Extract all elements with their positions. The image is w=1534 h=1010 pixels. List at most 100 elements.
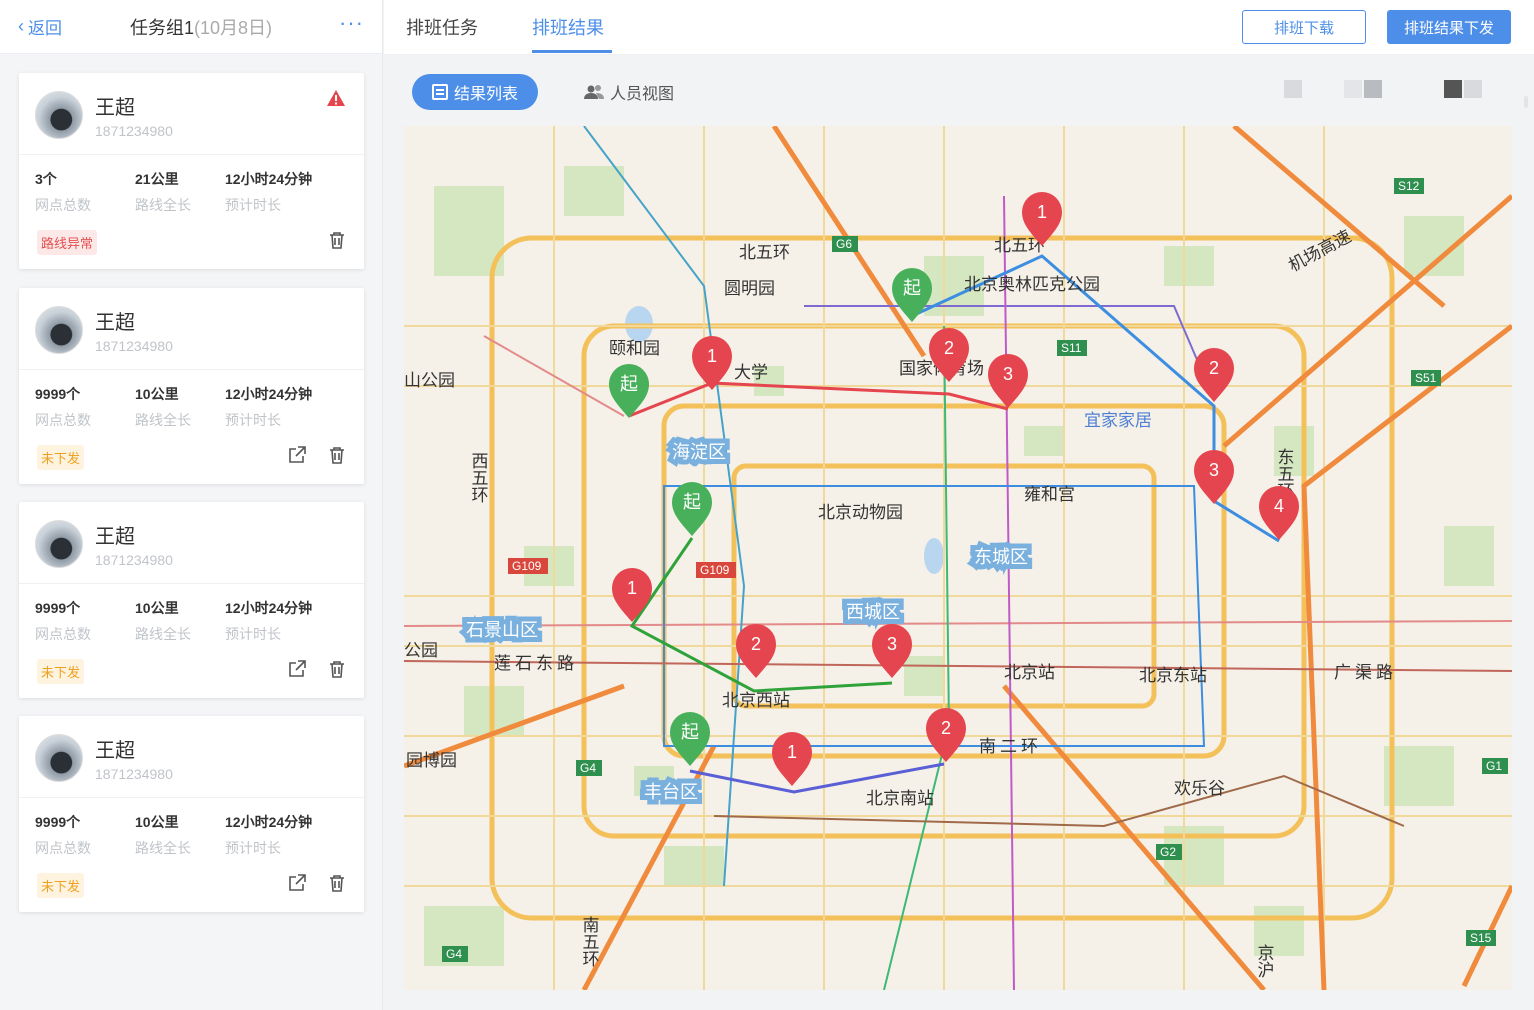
stat-value: 9999个 [35, 814, 81, 830]
route-map[interactable]: 北五环 北五环 圆明园 颐和园 北京奥林匹克公园 国家体育场 大学 山公园 海淀… [404, 126, 1512, 990]
result-list-toggle[interactable]: 结果列表 [412, 74, 538, 110]
svg-text:S11: S11 [1061, 341, 1082, 355]
sidebar: ‹ 返回 任务组1(10月8日) ··· 王超 1871234980 3个网点总… [0, 0, 383, 1010]
driver-name: 王超 [95, 740, 135, 762]
list-icon [431, 84, 448, 100]
stat-duration: 12小时24分钟 预计时长 [225, 812, 312, 858]
label-west-5th-ring: 西五环 [469, 452, 489, 503]
stat-value: 12小时24分钟 [225, 386, 313, 402]
label-lianshi-road: 莲石东路 [494, 654, 578, 673]
shield-s15: S15 [1466, 930, 1496, 946]
stat-label: 网点总数 [35, 626, 91, 642]
card-header: 王超 1871234980 [19, 502, 364, 584]
driver-phone: 1871234980 [95, 766, 173, 782]
svg-text:2: 2 [751, 634, 761, 654]
svg-text:G109: G109 [512, 559, 542, 573]
marker-green-2[interactable]: 2 [736, 624, 776, 678]
stat-duration: 12小时24分钟 预计时长 [225, 384, 312, 430]
stat-points: 9999个 网点总数 [35, 384, 91, 430]
card-stats: 3个 网点总数 21公里 路线全长 12小时24分钟 预计时长 [35, 169, 348, 213]
stat-value: 12小时24分钟 [225, 814, 313, 830]
label-south-2nd-ring: 南二环 [979, 737, 1042, 756]
svg-text:1: 1 [1037, 202, 1047, 222]
svg-text:S12: S12 [1398, 179, 1420, 193]
label-airport-expressway: 机场高速 [1285, 227, 1354, 276]
stat-value: 10公里 [135, 386, 179, 402]
stat-value: 3个 [35, 171, 57, 187]
label-beijing-west: 北京西站 [722, 691, 790, 710]
stat-distance: 10公里 路线全长 [135, 384, 191, 430]
share-icon[interactable] [286, 658, 308, 680]
layout-focus-icon[interactable] [1444, 80, 1482, 98]
map-canvas[interactable]: 北五环 北五环 圆明园 颐和园 北京奥林匹克公园 国家体育场 大学 山公园 海淀… [404, 126, 1512, 990]
tab-schedule-result[interactable]: 排班结果 [532, 14, 604, 40]
stat-value: 9999个 [35, 386, 81, 402]
stat-label: 网点总数 [35, 840, 91, 856]
delete-icon[interactable] [326, 872, 348, 894]
shield-g2: G2 [1156, 844, 1182, 860]
scrollbar[interactable] [1524, 96, 1528, 108]
delete-icon[interactable] [326, 229, 348, 251]
driver-card[interactable]: 王超 1871234980 9999个 网点总数 10公里 路线全长 12小时24分… [19, 502, 364, 698]
svg-text:起: 起 [620, 374, 638, 394]
svg-text:2: 2 [941, 718, 951, 738]
driver-name: 王超 [95, 526, 135, 548]
svg-text:1: 1 [627, 578, 637, 598]
label-olympic-park: 北京奥林匹克公园 [964, 275, 1100, 294]
publish-button[interactable]: 排班结果下发 [1387, 10, 1511, 44]
water [625, 306, 944, 574]
svg-text:G109: G109 [700, 563, 730, 577]
sidebar-header: ‹ 返回 任务组1(10月8日) ··· [0, 0, 382, 54]
shield-g4-2: G4 [442, 946, 468, 962]
shield-s12: S12 [1394, 178, 1424, 194]
avatar [35, 734, 83, 782]
stat-value: 10公里 [135, 600, 179, 616]
svg-text:G4: G4 [446, 947, 462, 961]
marker-blue-3[interactable]: 3 [1194, 450, 1234, 504]
driver-card[interactable]: 王超 1871234980 3个 网点总数 21公里 路线全长 12小时24分钟 预计… [19, 73, 364, 269]
more-icon[interactable]: ··· [339, 12, 364, 34]
label-university: 大学 [734, 363, 768, 382]
marker-green-start[interactable]: 起 [672, 482, 712, 536]
label-happy-valley: 欢乐谷 [1174, 779, 1225, 798]
stat-label: 预计时长 [225, 412, 281, 428]
svg-text:G1: G1 [1486, 759, 1502, 773]
warning-icon [327, 90, 345, 106]
label-guangqu-road: 广渠路 [1334, 663, 1397, 682]
label-park-sw: 公园 [404, 641, 438, 660]
delete-icon[interactable] [326, 444, 348, 466]
status-badge: 未下发 [37, 445, 85, 470]
label-ikea: 宜家家居 [1084, 411, 1152, 430]
driver-phone: 1871234980 [95, 123, 173, 139]
stat-duration: 12小时24分钟 预计时长 [225, 169, 312, 215]
svg-text:1: 1 [787, 742, 797, 762]
marker-red-3[interactable]: 3 [988, 354, 1028, 408]
main-content: 结果列表 人员视图 北五环 北五环 圆明园 颐和园 北京奥林匹克公园 大学 山公… [384, 56, 1534, 1010]
delete-icon[interactable] [326, 658, 348, 680]
stat-value: 21公里 [135, 171, 179, 187]
shield-g109-2: G109 [696, 562, 736, 578]
svg-text:2: 2 [944, 338, 954, 358]
people-view-toggle[interactable]: 人员视图 [584, 80, 674, 104]
svg-text:3: 3 [1003, 364, 1013, 384]
stat-label: 预计时长 [225, 197, 281, 213]
layout-single-icon[interactable] [1284, 80, 1302, 98]
stat-duration: 12小时24分钟 预计时长 [225, 598, 312, 644]
driver-card[interactable]: 王超 1871234980 9999个 网点总数 10公里 路线全长 12小时24分… [19, 288, 364, 484]
tab-schedule-task[interactable]: 排班任务 [406, 14, 478, 40]
marker-red-1[interactable]: 1 [692, 336, 732, 390]
label-dongcheng: 东城区 [974, 547, 1028, 567]
stat-label: 路线全长 [135, 197, 191, 213]
download-button[interactable]: 排班下载 [1242, 10, 1366, 44]
marker-purple-1[interactable]: 1 [772, 732, 812, 786]
driver-card[interactable]: 王超 1871234980 9999个 网点总数 10公里 路线全长 12小时24分… [19, 716, 364, 912]
shield-s11: S11 [1057, 340, 1087, 356]
layout-split-icon[interactable] [1344, 80, 1382, 98]
share-icon[interactable] [286, 872, 308, 894]
marker-green-1[interactable]: 1 [612, 568, 652, 622]
label-garden-expo: 园博园 [406, 751, 457, 770]
share-icon[interactable] [286, 444, 308, 466]
back-button[interactable]: ‹ 返回 [18, 14, 62, 39]
svg-text:3: 3 [887, 634, 897, 654]
result-list-label: 结果列表 [453, 86, 518, 103]
